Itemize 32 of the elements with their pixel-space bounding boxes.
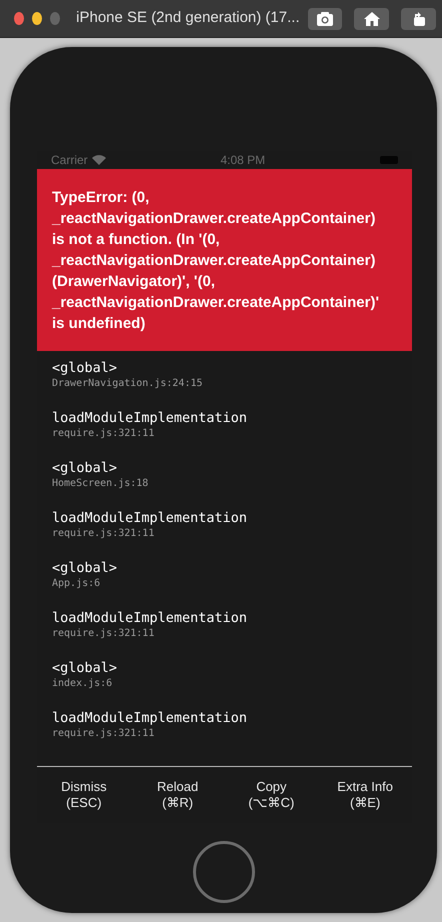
- action-button[interactable]: Dismiss (ESC): [37, 767, 131, 823]
- stack-frame-method: <global>: [52, 459, 118, 477]
- home-button[interactable]: [354, 8, 390, 30]
- action-button[interactable]: Reload (⌘R): [130, 767, 224, 823]
- action-button[interactable]: Extra Info (⌘E): [318, 767, 412, 823]
- stack-frame-location: index.js:6: [52, 677, 114, 691]
- stack-frame-location: DrawerNavigation.js:24:15: [52, 377, 204, 391]
- screenshot-button[interactable]: [308, 8, 342, 30]
- error-message: TypeError: (0, _reactNavigationDrawer.createAppContainer) is not a function. (In '(0, _reactNavigationDrawer.createAppContainer)(DrawerNavigator)', '(0, _reactNavigationDrawer.createAppContainer)' is undefined): [37, 169, 412, 351]
- stack-frame-location: require.js:321:11: [52, 427, 156, 441]
- stack-frame-method: <global>: [52, 659, 118, 677]
- minimize-button[interactable]: [32, 12, 42, 25]
- stack-frame-location: require.js:321:11: [52, 527, 156, 541]
- home-icon: [362, 10, 381, 26]
- stack-frame-method: loadModuleImplementation: [52, 409, 248, 427]
- window-title: iPhone SE (2nd generation) (17...: [76, 8, 300, 28]
- camera-icon: [316, 10, 334, 26]
- status-time: 4:08 PM: [220, 152, 266, 169]
- rotate-button[interactable]: [401, 8, 436, 30]
- stack-frame-location: require.js:321:11: [52, 727, 156, 741]
- stack-frame-method: loadModuleImplementation: [52, 609, 248, 627]
- stack-frame-method: loadModuleImplementation: [52, 709, 248, 727]
- stack-frame-method: loadModuleImplementation: [52, 509, 248, 527]
- stack-frame-location: require.js:321:11: [52, 627, 156, 641]
- stack-frame-method: <global>: [52, 559, 118, 577]
- stack-frame-location: HomeScreen.js:18: [52, 477, 150, 491]
- stack-frame-location: App.js:6: [52, 577, 102, 591]
- close-button[interactable]: [14, 12, 24, 25]
- carrier-label: Carrier: [51, 152, 88, 169]
- wifi-icon: [92, 155, 106, 165]
- action-button[interactable]: Copy (⌥⌘C): [224, 767, 318, 823]
- stack-frame-method: <global>: [52, 359, 118, 377]
